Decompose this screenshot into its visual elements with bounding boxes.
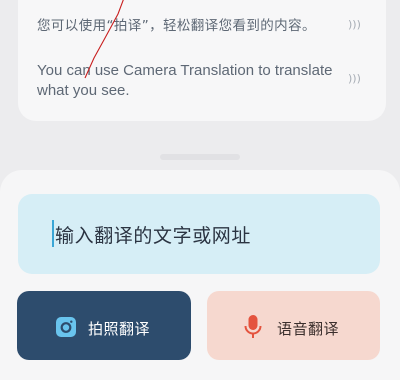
text-caret: [52, 220, 54, 247]
camera-icon: [56, 317, 76, 337]
annotation-stroke: [84, 0, 124, 79]
microphone-icon: [244, 315, 262, 338]
camera-translate-label: 拍照翻译: [88, 320, 151, 338]
voice-translate-label: 语音翻译: [277, 320, 340, 338]
sheet-handle: [160, 154, 240, 160]
input-placeholder: 输入翻译的文字或网址: [55, 225, 252, 247]
